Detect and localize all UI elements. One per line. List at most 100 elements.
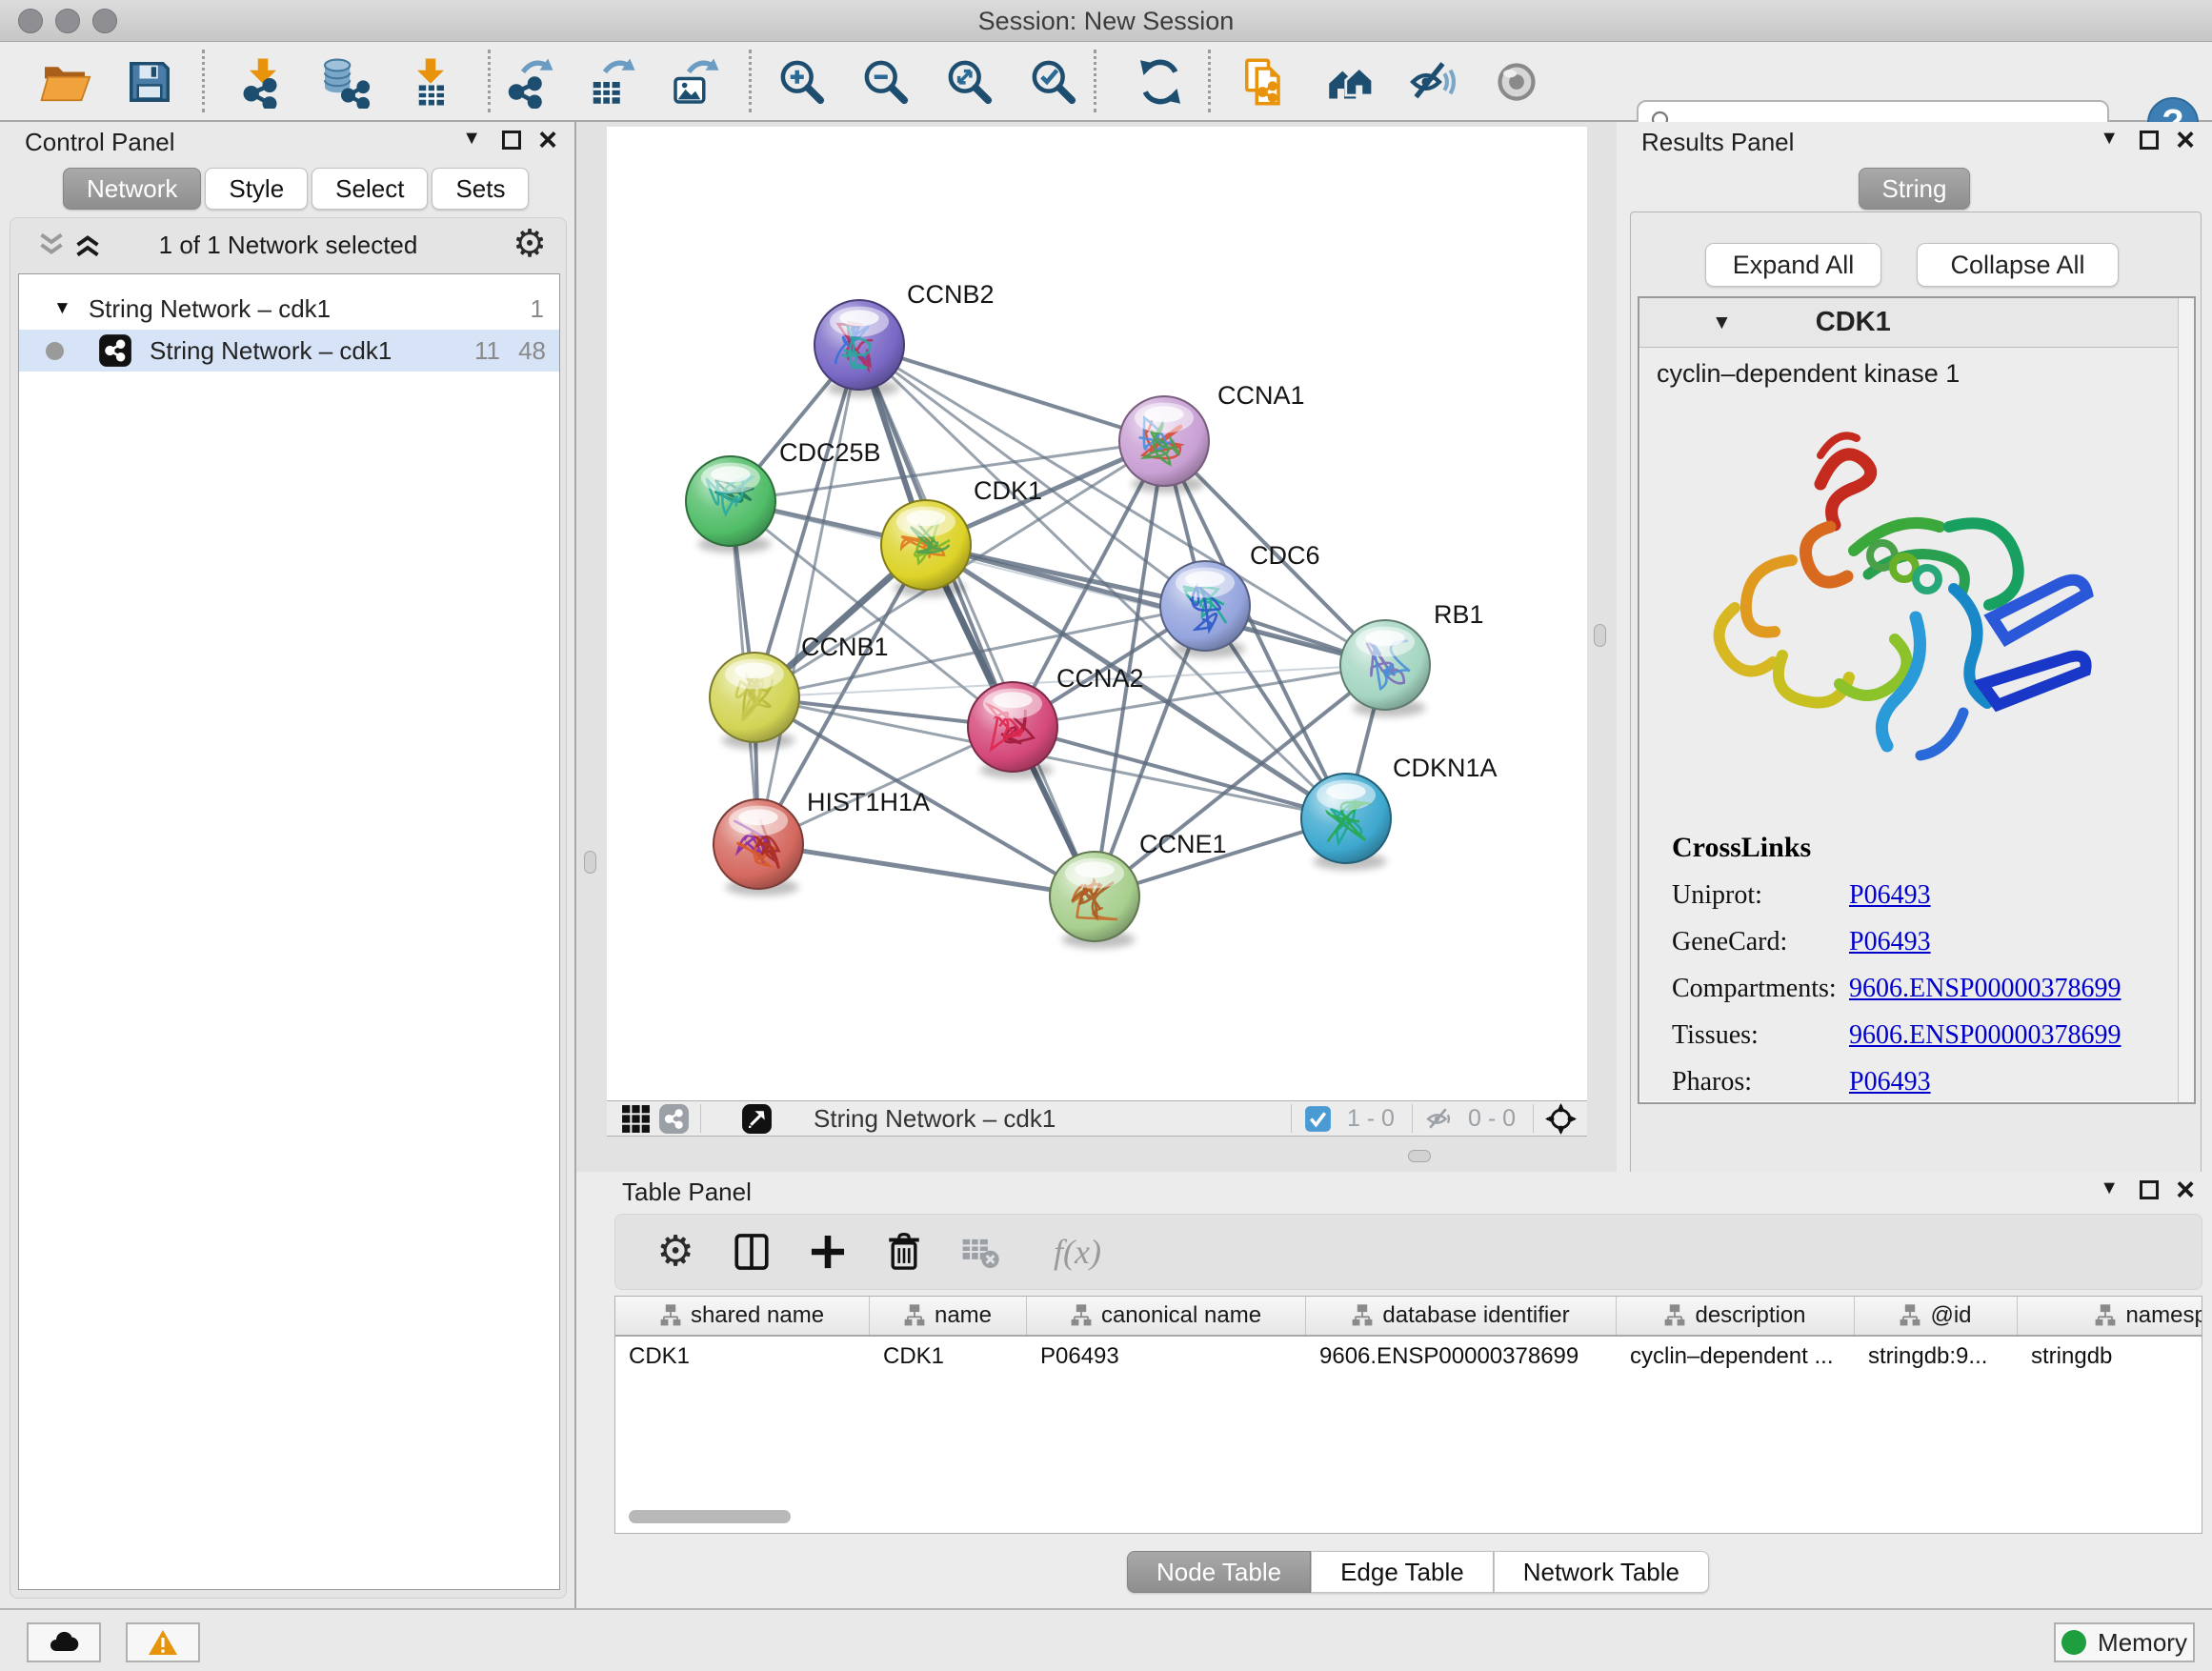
table-settings-button[interactable]: ⚙ (654, 1230, 697, 1274)
table-cell[interactable]: 9606.ENSP00000378699 (1306, 1337, 1617, 1377)
export-network-button[interactable] (501, 53, 558, 111)
left-splitter-handle[interactable] (584, 851, 596, 874)
gear-icon[interactable]: ⚙ (513, 222, 547, 266)
cloud-status-button[interactable] (27, 1622, 101, 1662)
export-image-button[interactable] (667, 53, 724, 111)
collapse-all-button[interactable]: Collapse All (1917, 243, 2119, 287)
node-label-cdc25b: CDC25B (779, 438, 881, 467)
node-ccna1[interactable] (1119, 396, 1209, 493)
save-session-button[interactable] (121, 53, 178, 111)
tree-expand-icon[interactable]: ▼ (53, 298, 71, 319)
tab-node-table[interactable]: Node Table (1127, 1551, 1311, 1593)
panel-float-button[interactable] (2140, 131, 2159, 150)
column-header-description[interactable]: description (1617, 1297, 1855, 1335)
tab-style[interactable]: Style (205, 168, 308, 210)
birds-eye-view-button[interactable] (1541, 1099, 1579, 1137)
toolbar-separator (1208, 50, 1211, 112)
column-header-name[interactable]: name (870, 1297, 1027, 1335)
zoom-fit-button[interactable] (941, 53, 998, 111)
node-ccne1[interactable] (1050, 852, 1139, 949)
node-cdc6[interactable] (1160, 561, 1250, 658)
hide-selected-button[interactable] (1404, 53, 1461, 111)
crosslink-link[interactable]: 9606.ENSP00000378699 (1849, 1020, 2121, 1051)
table-cell[interactable]: CDK1 (615, 1337, 870, 1377)
panel-close-button[interactable]: × (2176, 131, 2195, 150)
gear-icon: ⚙ (656, 1231, 694, 1273)
table-horizontal-scrollbar[interactable] (614, 1507, 2202, 1526)
grid-view-button[interactable] (616, 1099, 654, 1137)
tab-string[interactable]: String (1859, 168, 1971, 210)
table-cell[interactable]: P06493 (1027, 1337, 1306, 1377)
apply-layout-button[interactable] (1132, 53, 1189, 111)
detach-view-button[interactable] (737, 1099, 775, 1137)
delete-column-button[interactable] (882, 1230, 926, 1274)
node-ccnb1[interactable] (710, 653, 799, 750)
tab-network[interactable]: Network (63, 168, 201, 210)
panel-menu-button[interactable]: ▼ (462, 128, 481, 150)
warnings-button[interactable] (126, 1622, 200, 1662)
node-cdk1[interactable] (881, 500, 971, 597)
first-neighbors-button[interactable] (1322, 53, 1379, 111)
show-columns-button[interactable] (730, 1230, 774, 1274)
hidden-indicator[interactable] (1420, 1099, 1458, 1137)
table-cell[interactable]: stringdb:9... (1855, 1337, 2018, 1377)
network-view-button[interactable] (654, 1099, 693, 1137)
column-header-databaseidentifier[interactable]: database identifier (1306, 1297, 1617, 1335)
panel-float-button[interactable] (502, 131, 521, 150)
results-scrollbar[interactable] (2178, 298, 2194, 1102)
tab-select[interactable]: Select (312, 168, 428, 210)
expand-all-button[interactable]: Expand All (1705, 243, 1881, 287)
function-builder-button[interactable]: f(x) (1035, 1230, 1120, 1274)
network-collection-row[interactable]: ▼ String Network – cdk1 1 (19, 288, 559, 330)
column-header-namespace[interactable]: namespace (2018, 1297, 2202, 1335)
scrollbar-thumb[interactable] (629, 1510, 791, 1523)
panel-close-button[interactable]: × (2176, 1180, 2195, 1199)
import-database-icon (318, 55, 372, 109)
node-hist1h1a[interactable] (714, 799, 803, 896)
add-column-button[interactable] (806, 1230, 850, 1274)
right-splitter-handle[interactable] (1594, 624, 1606, 647)
bottom-splitter-handle[interactable] (1408, 1150, 1431, 1162)
tab-edge-table[interactable]: Edge Table (1311, 1551, 1494, 1593)
open-session-button[interactable] (36, 53, 93, 111)
table-cell[interactable]: cyclin–dependent ... (1617, 1337, 1855, 1377)
export-table-button[interactable] (583, 53, 640, 111)
node-cdkn1a[interactable] (1301, 774, 1391, 871)
network-row[interactable]: String Network – cdk1 11 48 (19, 330, 559, 372)
table-cell[interactable]: CDK1 (870, 1337, 1027, 1377)
crosslink-link[interactable]: P06493 (1849, 880, 1931, 911)
crosslink-link[interactable]: P06493 (1849, 1067, 1931, 1097)
collapse-section-icon[interactable]: ▼ (1712, 312, 1732, 334)
network-canvas[interactable]: CCNB2CCNA1CDC25BCDK1CDC6RB1CCNB1CCNA2CDK… (607, 127, 1587, 1100)
zoom-out-button[interactable] (857, 53, 915, 111)
column-header-sharedname[interactable]: shared name (615, 1297, 870, 1335)
show-all-button[interactable] (1488, 53, 1545, 111)
node-table: shared name name canonical namedatabase id… (614, 1296, 2202, 1534)
panel-float-button[interactable] (2140, 1180, 2159, 1199)
column-header-id[interactable]: @id (1855, 1297, 2018, 1335)
network-from-selection-button[interactable] (1237, 53, 1294, 111)
zoom-in-button[interactable] (774, 53, 831, 111)
import-network-from-file-button[interactable] (234, 53, 292, 111)
column-header-label: name (935, 1302, 992, 1329)
panel-menu-button[interactable]: ▼ (2100, 1178, 2119, 1199)
import-table-from-file-button[interactable] (402, 53, 459, 111)
panel-close-button[interactable]: × (538, 131, 557, 150)
column-header-canonicalname[interactable]: canonical name (1027, 1297, 1306, 1335)
node-ccna2[interactable] (968, 682, 1057, 779)
selected-checkbox[interactable] (1299, 1099, 1337, 1137)
node-cdc25b[interactable] (686, 456, 775, 554)
zoom-selected-button[interactable] (1025, 53, 1082, 111)
crosslink-link[interactable]: P06493 (1849, 927, 1931, 957)
crosslink-link[interactable]: 9606.ENSP00000378699 (1849, 974, 2121, 1004)
memory-button[interactable]: Memory (2054, 1622, 2195, 1662)
tab-sets[interactable]: Sets (432, 168, 529, 210)
node-rb1[interactable] (1340, 620, 1430, 717)
protein-section-header[interactable]: ▼ CDK1 (1639, 298, 2194, 348)
tab-network-table[interactable]: Network Table (1494, 1551, 1709, 1593)
panel-menu-button[interactable]: ▼ (2100, 128, 2119, 150)
import-network-from-database-button[interactable] (316, 53, 373, 111)
delete-table-button[interactable] (958, 1230, 1002, 1274)
table-row[interactable]: CDK1CDK1P064939606.ENSP00000378699cyclin… (615, 1337, 2202, 1377)
table-cell[interactable]: stringdb (2018, 1337, 2202, 1377)
